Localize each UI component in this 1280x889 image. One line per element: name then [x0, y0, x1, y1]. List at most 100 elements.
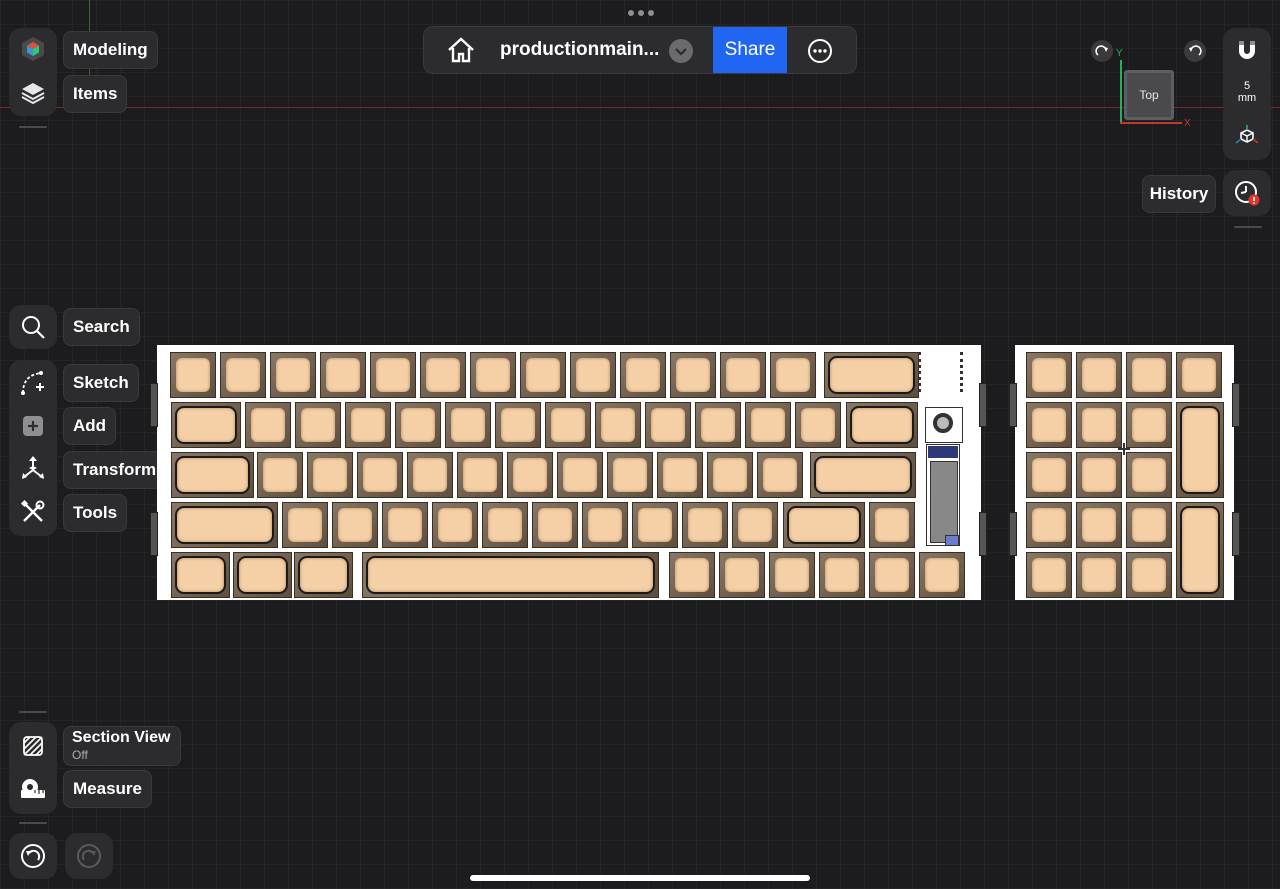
- keycap[interactable]: [1026, 552, 1072, 598]
- keycap[interactable]: [1026, 452, 1072, 498]
- keycap[interactable]: [632, 502, 678, 548]
- keycap[interactable]: [620, 352, 666, 398]
- keycap[interactable]: [557, 452, 603, 498]
- keycap[interactable]: [1076, 552, 1122, 598]
- keycap[interactable]: [795, 402, 841, 448]
- rotate-view-cw-button[interactable]: [1091, 40, 1113, 62]
- keycap[interactable]: [545, 402, 591, 448]
- keycap[interactable]: [695, 402, 741, 448]
- sketch-label[interactable]: Sketch: [63, 364, 139, 402]
- keycap[interactable]: [257, 452, 303, 498]
- keycap[interactable]: [732, 502, 778, 548]
- search-label[interactable]: Search: [63, 308, 140, 346]
- keycap[interactable]: [395, 402, 441, 448]
- document-title[interactable]: productionmain...: [500, 39, 659, 61]
- keycap[interactable]: [507, 452, 553, 498]
- keycap[interactable]: [595, 402, 641, 448]
- keycap[interactable]: [1126, 402, 1172, 448]
- keycap[interactable]: [824, 352, 919, 398]
- keycap[interactable]: [270, 352, 316, 398]
- keycap[interactable]: [520, 352, 566, 398]
- keycap[interactable]: [769, 552, 815, 598]
- keycap[interactable]: [382, 502, 428, 548]
- section-view-label[interactable]: Section View Off: [63, 726, 181, 766]
- keycap[interactable]: [757, 452, 803, 498]
- sketch-button[interactable]: [9, 362, 57, 404]
- keycap[interactable]: [245, 402, 291, 448]
- keycap[interactable]: [482, 502, 528, 548]
- view-cube[interactable]: Top X Y: [1116, 48, 1191, 130]
- more-options-button[interactable]: [807, 38, 833, 64]
- keycap[interactable]: [783, 502, 865, 548]
- keycap[interactable]: [869, 502, 915, 548]
- measure-button[interactable]: [9, 768, 57, 810]
- keycap[interactable]: [1126, 352, 1172, 398]
- keycap[interactable]: [457, 452, 503, 498]
- keycap[interactable]: [669, 552, 715, 598]
- keycap[interactable]: [171, 402, 241, 448]
- keycap[interactable]: [1126, 452, 1172, 498]
- keycap[interactable]: [407, 452, 453, 498]
- keycap[interactable]: [1026, 402, 1072, 448]
- keycap[interactable]: [432, 502, 478, 548]
- keycap[interactable]: [719, 552, 765, 598]
- keycap[interactable]: [420, 352, 466, 398]
- keycap[interactable]: [1026, 502, 1072, 548]
- tools-button[interactable]: [9, 491, 57, 533]
- keycap[interactable]: [846, 402, 918, 448]
- keycap[interactable]: [819, 552, 865, 598]
- window-grabber[interactable]: [628, 10, 654, 16]
- snap-button[interactable]: [1223, 30, 1271, 72]
- keycap[interactable]: [582, 502, 628, 548]
- document-menu-button[interactable]: [669, 39, 693, 63]
- keycap[interactable]: [1176, 402, 1224, 498]
- keycap[interactable]: [570, 352, 616, 398]
- keycap[interactable]: [645, 402, 691, 448]
- keycap[interactable]: [171, 502, 278, 548]
- axes-button[interactable]: [1223, 115, 1271, 157]
- keycap[interactable]: [1126, 552, 1172, 598]
- transform-label[interactable]: Transform: [63, 451, 167, 489]
- undo-button[interactable]: [9, 835, 57, 877]
- search-button[interactable]: [9, 306, 57, 348]
- transform-button[interactable]: [9, 448, 57, 490]
- measure-label[interactable]: Measure: [63, 770, 152, 808]
- keycap[interactable]: [1076, 452, 1122, 498]
- keycap[interactable]: [495, 402, 541, 448]
- home-button[interactable]: [446, 36, 480, 64]
- keycap[interactable]: [810, 452, 916, 498]
- keycap[interactable]: [682, 502, 728, 548]
- keycap[interactable]: [532, 502, 578, 548]
- items-label[interactable]: Items: [63, 75, 128, 113]
- rotary-encoder[interactable]: [925, 407, 963, 443]
- share-button[interactable]: Share: [713, 27, 787, 73]
- keycap[interactable]: [869, 552, 915, 598]
- history-button[interactable]: [1223, 172, 1271, 214]
- keycap[interactable]: [357, 452, 403, 498]
- view-cube-face[interactable]: Top: [1124, 70, 1174, 120]
- keycap[interactable]: [294, 552, 353, 598]
- keycap[interactable]: [770, 352, 816, 398]
- keycap[interactable]: [362, 552, 659, 598]
- keycap[interactable]: [282, 502, 328, 548]
- keycap[interactable]: [370, 352, 416, 398]
- keycap[interactable]: [345, 402, 391, 448]
- rotate-view-ccw-button[interactable]: [1184, 40, 1206, 62]
- modeling-label[interactable]: Modeling: [63, 31, 158, 69]
- redo-button[interactable]: [65, 835, 113, 877]
- keycap[interactable]: [171, 552, 230, 598]
- keycap[interactable]: [1076, 352, 1122, 398]
- keycap[interactable]: [670, 352, 716, 398]
- items-button[interactable]: [9, 72, 57, 114]
- keycap[interactable]: [171, 452, 254, 498]
- keycap[interactable]: [919, 552, 965, 598]
- add-label[interactable]: Add: [63, 407, 117, 445]
- keycap[interactable]: [1176, 502, 1224, 598]
- keycap[interactable]: [745, 402, 791, 448]
- keycap[interactable]: [320, 352, 366, 398]
- keycap[interactable]: [657, 452, 703, 498]
- keycap[interactable]: [607, 452, 653, 498]
- home-indicator[interactable]: [470, 875, 810, 881]
- controller-module[interactable]: [926, 444, 960, 546]
- keycap[interactable]: [470, 352, 516, 398]
